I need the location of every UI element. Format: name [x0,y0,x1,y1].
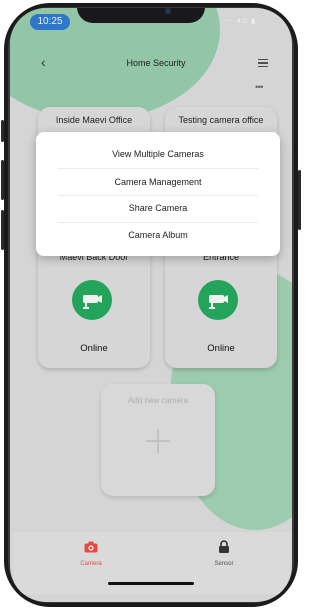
home-indicator [108,582,194,585]
volume-down-button [1,210,4,250]
menu-item-share-camera[interactable]: Share Camera [36,195,280,222]
menu-item-camera-management[interactable]: Camera Management [36,169,280,196]
options-dropdown: View Multiple Cameras Camera Management … [36,132,280,256]
dim-overlay [10,8,292,602]
tab-label: Sensor [214,561,234,567]
screen-content: 10:25 ⋯ 4G ▮ ‹ Home Security ••• Inside … [10,8,292,602]
mute-switch [1,120,4,142]
tab-label: Camera [80,561,102,567]
power-button [298,170,301,230]
tab-camera[interactable]: Camera [51,540,131,567]
menu-item-camera-album[interactable]: Camera Album [36,222,280,249]
volume-up-button [1,160,4,200]
camera-icon [84,541,98,553]
tab-sensor[interactable]: Sensor [184,540,264,567]
menu-item-view-multiple-cameras[interactable]: View Multiple Cameras [36,141,280,168]
lock-icon [219,540,229,553]
